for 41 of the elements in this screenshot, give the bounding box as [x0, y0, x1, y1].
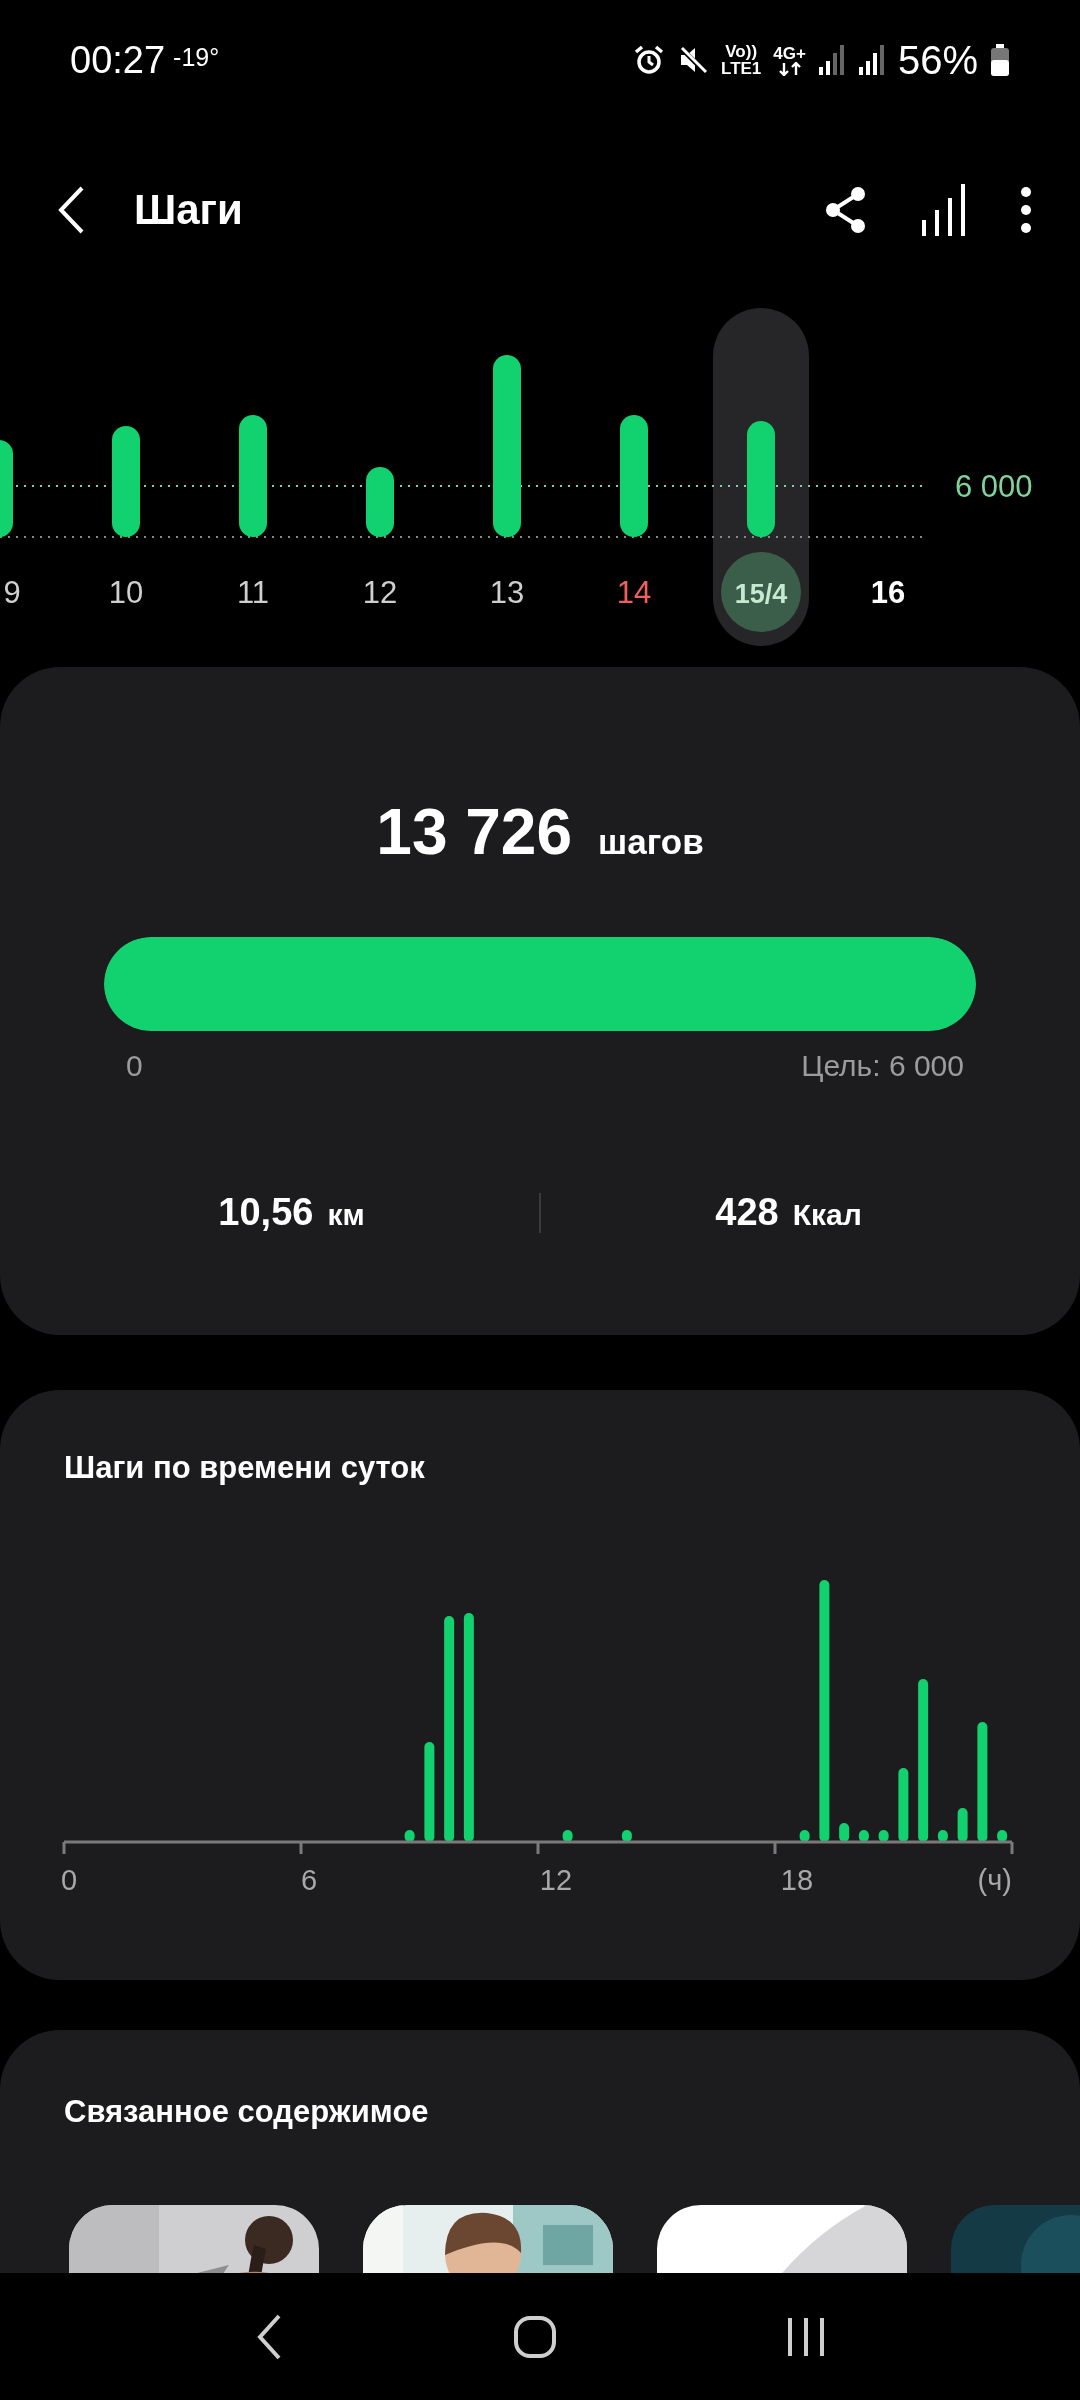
day-label[interactable]: 13	[489, 575, 525, 610]
axis-label: (ч)	[977, 1864, 1012, 1896]
recent-apps-icon[interactable]	[785, 2315, 826, 2358]
card-title: Связанное содержимое	[63, 2093, 430, 2131]
lte-indicator: LTE1	[721, 60, 762, 77]
day-label[interactable]: 11	[236, 575, 270, 610]
day-label[interactable]: 9	[3, 575, 21, 610]
page-title: Шаги	[134, 186, 243, 234]
distance-unit: км	[327, 1198, 365, 1232]
day-label[interactable]: 10	[108, 575, 144, 610]
card-title: Шаги по времени суток	[63, 1449, 426, 1487]
goal-label: Цель: 6 000	[801, 1049, 964, 1083]
more-icon[interactable]	[1020, 187, 1032, 233]
distance-value: 10,56	[218, 1191, 314, 1234]
data-arrows-icon	[777, 61, 802, 76]
day-label[interactable]: 12	[362, 575, 398, 610]
step-unit: шагов	[598, 822, 704, 862]
signal-icon	[817, 45, 846, 75]
calories-unit: Ккал	[792, 1198, 862, 1232]
battery-icon	[990, 44, 1010, 76]
axis-label: 12	[539, 1864, 573, 1896]
calories-value: 428	[715, 1191, 779, 1234]
signal-icon	[857, 45, 886, 75]
clock-time: 00:27	[70, 38, 166, 82]
bar-chart-icon[interactable]	[920, 184, 968, 236]
battery-percent: 56%	[897, 37, 978, 83]
step-count: 13 726	[376, 795, 573, 869]
axis-label: 18	[780, 1864, 814, 1896]
share-icon[interactable]	[824, 186, 868, 234]
day-label[interactable]: 16	[870, 575, 906, 610]
alarm-icon	[633, 44, 665, 76]
axis-label: 0	[60, 1864, 78, 1896]
temperature: -19°	[173, 42, 220, 72]
goal-value: 6 000	[955, 469, 1033, 504]
back-icon[interactable]	[56, 185, 86, 235]
volte-indicator: Vo))	[725, 43, 758, 60]
axis-label: 6	[300, 1864, 318, 1896]
home-icon[interactable]	[513, 2314, 557, 2359]
progress-start: 0	[126, 1049, 143, 1083]
network-type: 4G+	[773, 44, 806, 62]
day-label[interactable]: 14	[616, 575, 652, 610]
